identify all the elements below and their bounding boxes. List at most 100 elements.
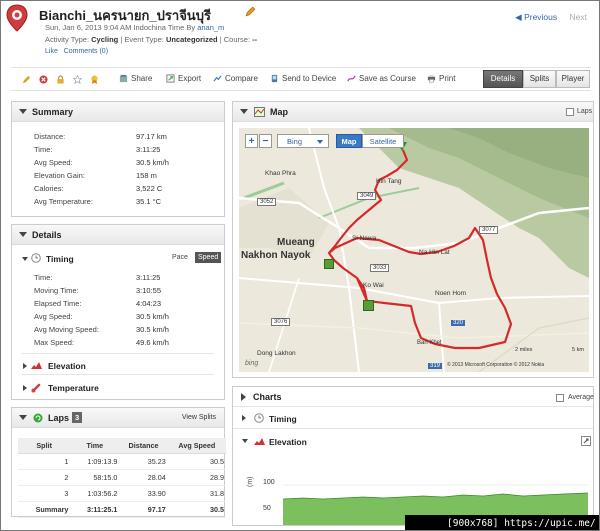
timing-value: 4:04:23 bbox=[136, 299, 162, 308]
event-type-value[interactable]: Uncategorized bbox=[166, 35, 218, 44]
splits-tab[interactable]: Splits bbox=[523, 70, 556, 88]
next-link: Next bbox=[569, 12, 587, 22]
lap-marker-icon[interactable] bbox=[324, 259, 334, 269]
lock-icon[interactable] bbox=[56, 75, 65, 84]
city-label: Nakhon Nayok bbox=[241, 250, 311, 261]
table-row[interactable]: 2 58:15.0 28.04 28.9 bbox=[18, 469, 226, 486]
map-view-button[interactable]: Map bbox=[336, 134, 362, 148]
player-tab[interactable]: Player bbox=[556, 70, 590, 88]
summary-header[interactable]: Summary bbox=[12, 102, 224, 122]
laps-column-header[interactable]: Time bbox=[70, 438, 120, 454]
charts-header[interactable]: Charts Average bbox=[233, 387, 594, 407]
laps-column-header[interactable]: Avg Speed bbox=[167, 438, 226, 454]
export-button[interactable]: Export bbox=[166, 74, 201, 83]
temperature-expand-icon[interactable] bbox=[23, 385, 27, 391]
user-link[interactable]: anan_m bbox=[197, 23, 224, 32]
table-row[interactable]: 3 1:03:56.2 33.90 31.8 bbox=[18, 485, 226, 502]
summary-label: Elevation Gain: bbox=[34, 171, 85, 180]
save-course-label: Save as Course bbox=[359, 74, 416, 83]
satellite-view-button[interactable]: Satellite bbox=[362, 134, 404, 148]
course-icon bbox=[347, 75, 356, 82]
like-link[interactable]: Like bbox=[45, 48, 58, 55]
timing-label: Elapsed Time: bbox=[34, 299, 82, 308]
badge-icon[interactable] bbox=[90, 75, 99, 84]
summary-value: 158 m bbox=[136, 171, 157, 180]
activity-type-value[interactable]: Cycling bbox=[91, 35, 118, 44]
average-checkbox[interactable] bbox=[556, 394, 564, 402]
timing-chart-row[interactable]: Timing bbox=[233, 408, 593, 429]
laps-icon bbox=[33, 413, 43, 423]
timing-label: Time: bbox=[34, 273, 53, 282]
map-header[interactable]: Map Laps bbox=[233, 102, 593, 122]
laps-cell: 2 bbox=[18, 469, 71, 486]
view-splits-link[interactable]: View Splits bbox=[182, 414, 216, 421]
previous-label: Previous bbox=[524, 12, 558, 22]
timing-label: Max Speed: bbox=[34, 338, 75, 347]
laps-cell: 28.9 bbox=[167, 469, 226, 486]
charts-title: Charts bbox=[253, 392, 282, 402]
print-button[interactable]: Print bbox=[427, 74, 455, 83]
comments-link[interactable]: Comments (0) bbox=[64, 48, 108, 55]
table-row[interactable]: Summary 3:11:25.1 97.17 30.5 bbox=[18, 501, 226, 518]
expand-icon bbox=[241, 393, 246, 401]
elevation-chart-row[interactable]: Elevation bbox=[233, 430, 593, 452]
pencil-icon[interactable] bbox=[245, 6, 256, 17]
laps-table: Split Time Distance Avg Speed 1 1:09:13.9 35.… bbox=[18, 438, 226, 518]
details-tab[interactable]: Details bbox=[483, 70, 523, 88]
lap-marker-icon[interactable] bbox=[363, 300, 374, 311]
expand-chart-icon[interactable] bbox=[581, 436, 591, 446]
elevation-icon bbox=[31, 362, 42, 369]
laps-cell: 28.04 bbox=[119, 469, 168, 486]
previous-link[interactable]: ◀ Previous bbox=[515, 12, 557, 22]
laps-header[interactable]: Laps 3 View Splits bbox=[12, 408, 224, 428]
place-label: Dong Lakhon bbox=[257, 350, 296, 357]
table-row[interactable]: 1 1:09:13.9 35.23 30.5 bbox=[18, 453, 226, 470]
collapse-icon bbox=[19, 232, 27, 237]
summary-value: 3,522 C bbox=[136, 184, 163, 193]
place-label: Ko Wai bbox=[363, 282, 384, 289]
elevation-expand-icon[interactable] bbox=[23, 363, 27, 369]
laps-column-header[interactable]: Distance bbox=[119, 438, 168, 454]
y-tick-label: 50 bbox=[263, 505, 271, 512]
compare-label: Compare bbox=[225, 74, 258, 83]
map-provider-select[interactable]: Bing bbox=[277, 134, 329, 148]
road-shield: 3052 bbox=[257, 198, 277, 206]
star-icon[interactable] bbox=[73, 75, 82, 84]
collapse-icon bbox=[242, 439, 248, 443]
laps-cell: 30.5 bbox=[167, 453, 226, 470]
route-map[interactable]: Khao Phra Hin Tang Si Nawa Mueang Nakhon… bbox=[239, 128, 589, 372]
map-icon bbox=[254, 107, 265, 117]
delete-icon[interactable] bbox=[39, 75, 48, 84]
road-shield: 3033 bbox=[370, 264, 390, 272]
pace-toggle[interactable]: Pace bbox=[172, 254, 188, 261]
collapse-icon bbox=[240, 109, 248, 114]
send-icon bbox=[271, 74, 278, 83]
social-links: Like Comments (0) bbox=[45, 48, 108, 55]
place-label: Ban Khet bbox=[417, 340, 442, 346]
laps-cell: 30.5 bbox=[167, 501, 226, 518]
place-label: Hin Tang bbox=[376, 178, 402, 185]
laps-column-header[interactable]: Split bbox=[18, 438, 71, 454]
timing-label: Avg Moving Speed: bbox=[34, 325, 99, 334]
timing-collapse-icon[interactable] bbox=[22, 257, 28, 261]
zoom-out-button[interactable]: − bbox=[259, 134, 272, 148]
details-header[interactable]: Details bbox=[12, 225, 224, 245]
road-shield: 320 bbox=[451, 320, 466, 326]
send-to-device-button[interactable]: Send to Device bbox=[270, 74, 336, 83]
thermometer-icon bbox=[31, 383, 41, 393]
timing-chart-title: Timing bbox=[269, 414, 297, 424]
compare-button[interactable]: Compare bbox=[213, 74, 258, 83]
pencil-icon[interactable] bbox=[22, 75, 31, 84]
send-label: Send to Device bbox=[282, 74, 337, 83]
save-as-course-button[interactable]: Save as Course bbox=[347, 74, 416, 83]
course-value[interactable]: -- bbox=[252, 35, 257, 44]
zoom-in-button[interactable]: + bbox=[245, 134, 258, 148]
toolbar: Share Export Compare Send to Device Save… bbox=[11, 67, 591, 91]
laps-cell: 35.23 bbox=[119, 453, 168, 470]
details-panel: Details Timing Pace Speed Time: 3:11:25 M… bbox=[11, 224, 225, 400]
speed-toggle[interactable]: Speed bbox=[195, 252, 222, 263]
laps-checkbox[interactable] bbox=[566, 108, 574, 116]
divider bbox=[22, 353, 214, 354]
summary-title: Summary bbox=[32, 107, 74, 117]
share-button[interactable]: Share bbox=[119, 74, 152, 83]
